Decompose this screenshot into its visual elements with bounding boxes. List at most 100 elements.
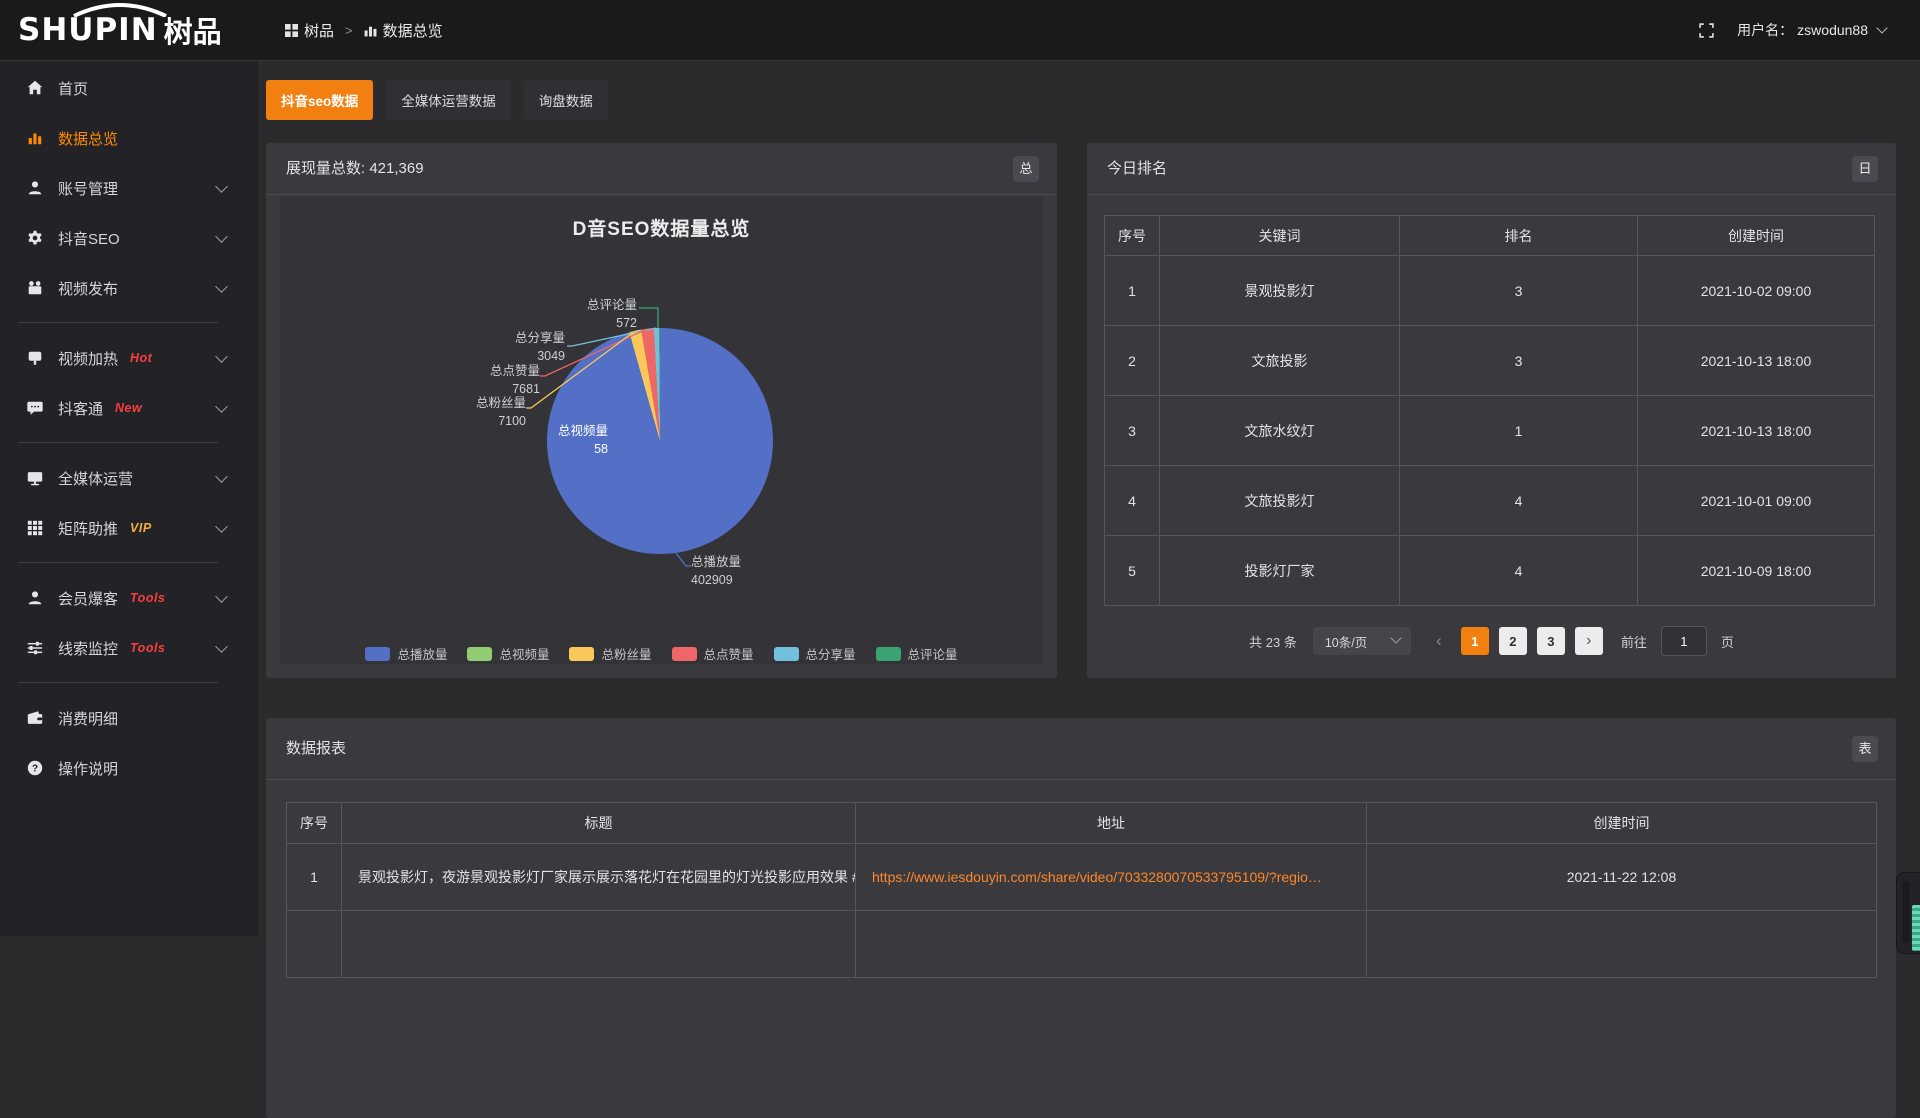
pie-label-name: 总播放量 [691, 553, 741, 571]
sidebar-item-home[interactable]: 首页 [0, 63, 258, 113]
chevron-down-icon [215, 230, 228, 243]
rank-table-cell: 3 [1400, 256, 1638, 326]
legend-label: 总视频量 [499, 644, 549, 663]
monitor-icon [25, 468, 45, 488]
sidebar-item-label: 矩阵助推 [58, 518, 118, 539]
page-button-3[interactable]: 3 [1537, 627, 1565, 655]
page-button-1[interactable]: 1 [1461, 627, 1489, 655]
sidebar-item-douketong[interactable]: 抖客通 New [0, 383, 258, 433]
sidebar-item-video-publish[interactable]: 视频发布 [0, 263, 258, 313]
chevron-down-icon [1390, 632, 1401, 643]
tab-inquiry-data[interactable]: 询盘数据 [524, 80, 608, 120]
pie-label: 总评论量572 [587, 296, 637, 332]
gear-icon [25, 228, 45, 248]
tab-media-operation-data[interactable]: 全媒体运营数据 [386, 80, 511, 120]
sidebar-badge-hot: Hot [130, 351, 152, 365]
fullscreen-icon[interactable] [1698, 22, 1715, 39]
rank-table-cell: 5 [1105, 536, 1160, 606]
report-table-cell-no: 1 [287, 844, 342, 911]
sidebar-divider [18, 682, 218, 683]
sidebar-item-label: 全媒体运营 [58, 468, 133, 489]
sidebar-item-label: 账号管理 [58, 178, 118, 199]
sidebar-item-label: 视频发布 [58, 278, 118, 299]
pie-label-name: 总视频量 [558, 422, 608, 440]
breadcrumb-item-shupin[interactable]: 树品 [285, 20, 334, 41]
video-icon [25, 278, 45, 298]
total-badge-button[interactable]: 总 [1013, 156, 1039, 182]
next-page-button[interactable]: › [1575, 627, 1603, 655]
report-table-cell [856, 911, 1367, 978]
legend-item[interactable]: 总分享量 [774, 644, 856, 663]
chevron-down-icon [1876, 22, 1887, 33]
report-table-header-cell: 地址 [856, 803, 1367, 844]
sidebar-item-video-heat[interactable]: 视频加热Hot [0, 333, 258, 383]
scroll-track [1902, 881, 1910, 943]
sidebar-divider [18, 322, 218, 323]
question-icon: ? [25, 758, 45, 778]
breadcrumb-label: 树品 [304, 20, 334, 41]
chart-panel-header: 展现量总数: 421,369 总 [266, 143, 1057, 195]
prev-page-button[interactable]: ‹ [1427, 627, 1451, 655]
legend-swatch [365, 647, 390, 661]
pie-label: 总粉丝量7100 [476, 394, 526, 430]
heater-icon [25, 348, 45, 368]
legend-label: 总播放量 [397, 644, 447, 663]
report-table-header-cell: 标题 [342, 803, 856, 844]
legend-swatch [467, 647, 492, 661]
bars-icon [25, 128, 45, 148]
sidebar-item-member-baoke[interactable]: 会员爆客Tools [0, 573, 258, 623]
page-size-value: 10条/页 [1325, 632, 1367, 651]
video-link[interactable]: https://www.iesdouyin.com/share/video/70… [872, 869, 1322, 885]
sidebar-item-label: 数据总览 [58, 128, 118, 149]
username: zswodun88 [1797, 22, 1868, 38]
user-icon [25, 178, 45, 198]
goto-page-input[interactable] [1661, 626, 1707, 656]
report-table-cell [1367, 911, 1877, 978]
sidebar-item-data-overview[interactable]: 数据总览 [0, 113, 258, 163]
data-tabs: 抖音seo数据全媒体运营数据询盘数据 [266, 80, 608, 120]
legend-item[interactable]: 总视频量 [467, 644, 549, 663]
legend-label: 总分享量 [806, 644, 856, 663]
scroll-thumb[interactable] [1912, 905, 1920, 951]
chevron-down-icon [215, 400, 228, 413]
wallet-icon [25, 708, 45, 728]
sidebar-badge-new: New [115, 401, 142, 415]
legend-swatch [672, 647, 697, 661]
sidebar-item-clue-monitor[interactable]: 线索监控Tools [0, 623, 258, 673]
sidebar-item-consume-detail[interactable]: 消费明细 [0, 693, 258, 743]
pie-label-name: 总点赞量 [490, 362, 540, 380]
page-size-select[interactable]: 10条/页 [1313, 627, 1411, 655]
rank-table-cell: 3 [1400, 326, 1638, 396]
sidebar-item-media-operation[interactable]: 全媒体运营 [0, 453, 258, 503]
day-badge-button[interactable]: 日 [1852, 156, 1878, 182]
sidebar-item-operation-guide[interactable]: ?操作说明 [0, 743, 258, 793]
legend-label: 总点赞量 [704, 644, 754, 663]
rank-table-cell: 文旅投影灯 [1160, 466, 1400, 536]
table-badge-button[interactable]: 表 [1852, 736, 1878, 762]
seo-chart-panel: 展现量总数: 421,369 总 D音SEO数据量总览 总播放量总视频量总粉丝量… [266, 143, 1057, 678]
rank-table-cell: 2021-10-02 09:00 [1638, 256, 1875, 326]
breadcrumb-item-data-overview[interactable]: 数据总览 [364, 20, 443, 41]
rank-table-cell: 2021-10-01 09:00 [1638, 466, 1875, 536]
scroll-widget[interactable] [1896, 872, 1920, 954]
legend-item[interactable]: 总评论量 [876, 644, 958, 663]
pie-label-name: 总分享量 [515, 329, 565, 347]
rank-table-cell: 投影灯厂家 [1160, 536, 1400, 606]
rank-table-cell: 4 [1400, 536, 1638, 606]
legend-item[interactable]: 总点赞量 [672, 644, 754, 663]
legend-item[interactable]: 总粉丝量 [569, 644, 651, 663]
pie-label-name: 总粉丝量 [476, 394, 526, 412]
sidebar-item-label: 首页 [58, 78, 88, 99]
chevron-down-icon [215, 520, 228, 533]
sidebar-item-douyin-seo[interactable]: 抖音SEO [0, 213, 258, 263]
breadcrumb-separator: > [345, 23, 353, 38]
sidebar-divider [18, 442, 218, 443]
user-menu[interactable]: 用户名： zswodun88 [1737, 20, 1886, 40]
username-label: 用户名： [1737, 20, 1793, 40]
page-button-2[interactable]: 2 [1499, 627, 1527, 655]
legend-item[interactable]: 总播放量 [365, 644, 447, 663]
sidebar-item-label: 抖客通 [58, 398, 103, 419]
sidebar-item-matrix-boost[interactable]: 矩阵助推VIP [0, 503, 258, 553]
tab-douyin-seo-data[interactable]: 抖音seo数据 [266, 80, 373, 120]
sidebar-item-account-manage[interactable]: 账号管理 [0, 163, 258, 213]
